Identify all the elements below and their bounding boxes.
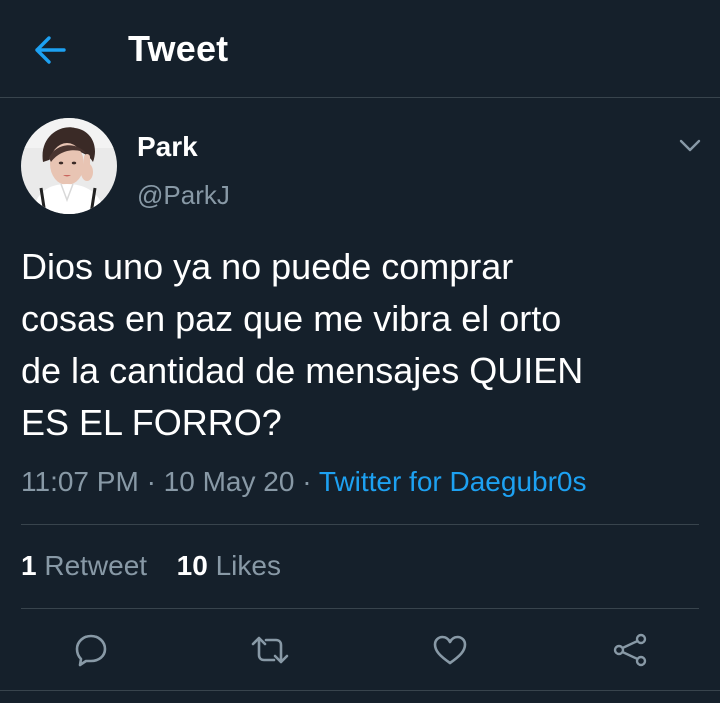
avatar[interactable] [21,118,117,214]
tweet-text: Dios uno ya no puede comprar cosas en pa… [21,246,584,443]
page-title: Tweet [128,28,229,69]
top-bar: Tweet [0,0,720,98]
tweet-options-button[interactable] [672,128,708,164]
likes-stat[interactable]: 10 Likes [177,550,281,582]
likes-count: 10 [176,550,208,581]
likes-label: Likes [215,550,281,581]
reply-button[interactable] [61,620,121,680]
meta-separator: · [302,466,312,497]
chevron-down-icon [679,139,701,152]
heart-icon [433,635,467,665]
divider [21,524,699,525]
retweets-stat[interactable]: 1 Retweet [21,550,147,582]
tweet-meta: 11:07 PM · 10 May 20 · Twitter for Daegu… [21,466,586,498]
tweet-source-link[interactable]: Twitter for Daegubr0s [319,466,587,497]
share-icon [613,633,647,667]
author-handle[interactable]: @ParkJ [137,180,230,211]
retweet-button[interactable] [240,620,300,680]
like-button[interactable] [420,620,480,680]
reply-icon [75,634,107,667]
divider [21,608,699,609]
tweet-stats: 1 Retweet 10 Likes [21,550,281,582]
arrow-left-icon [35,36,66,64]
retweets-count: 1 [21,550,37,581]
divider [0,690,720,691]
user-avatar-image [21,118,117,214]
retweets-label: Retweet [44,550,148,581]
retweet-icon [251,636,289,664]
tweet-date: 10 May 20 [163,466,295,497]
meta-separator: · [146,466,156,497]
share-button[interactable] [600,620,660,680]
back-button[interactable] [26,26,74,74]
action-bar [0,620,720,680]
author-display-name[interactable]: Park [137,131,198,163]
tweet-time: 11:07 PM [21,466,139,497]
